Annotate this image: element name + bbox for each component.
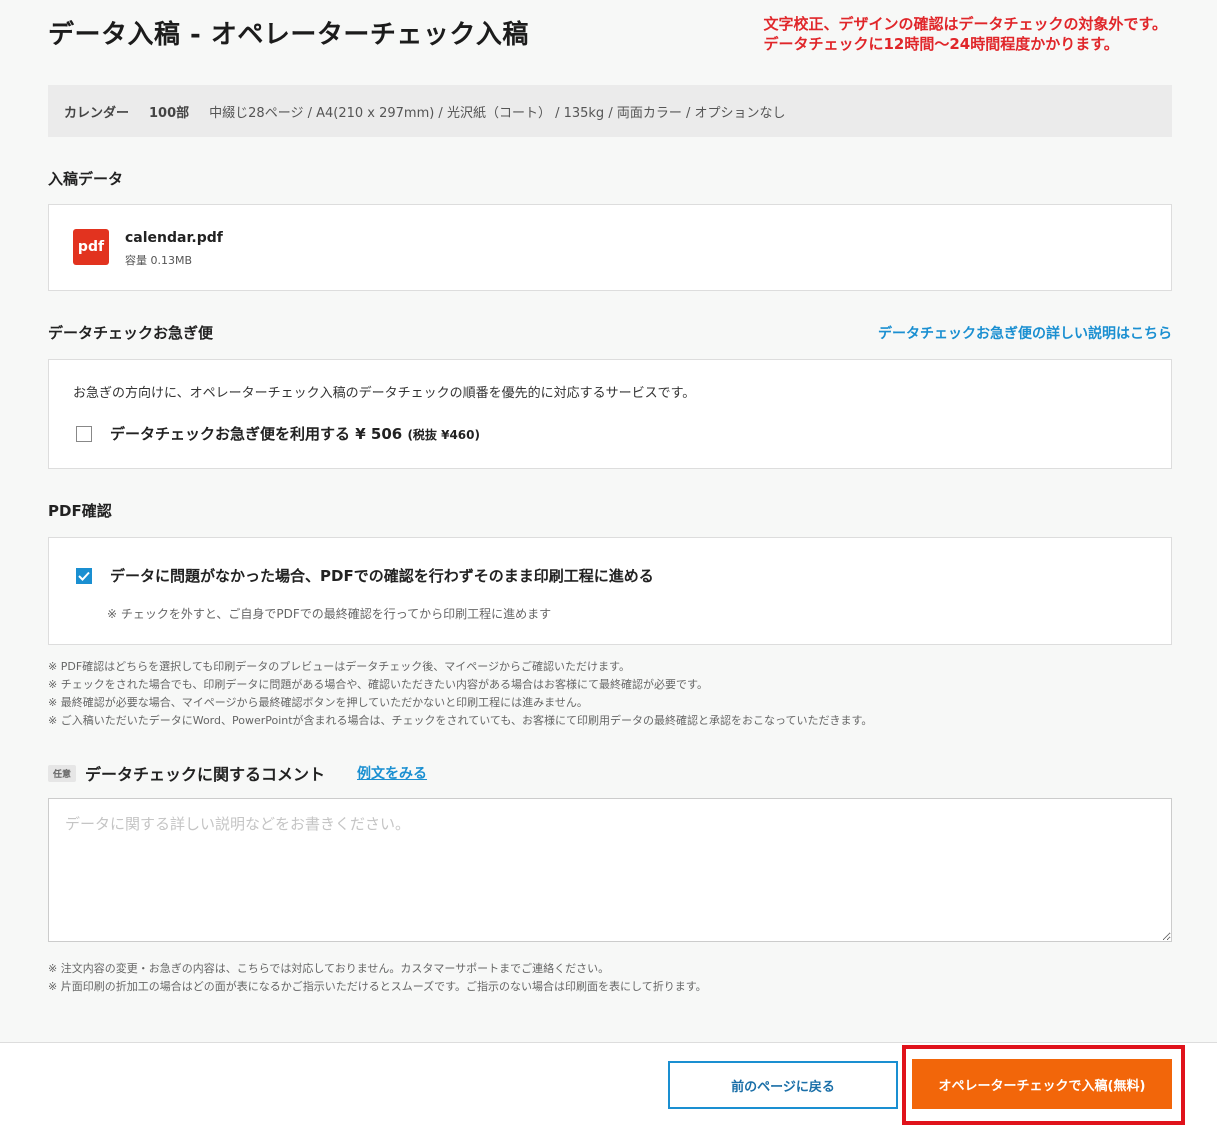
pdf-confirm-option-label: データに問題がなかった場合、PDFでの確認を行わずそのまま印刷工程に進める xyxy=(110,567,654,585)
note-line: ※ ご入稿いただいたデータにWord、PowerPointが含まれる場合は、チェ… xyxy=(48,714,873,727)
note-line: ※ 片面印刷の折加工の場合はどの面が表になるかご指示いただけるとスムーズです。ご… xyxy=(48,980,707,993)
order-spec-bar: カレンダー 100部 中綴じ28ページ / A4(210 x 297mm) / … xyxy=(48,85,1172,137)
pdf-confirm-box: データに問題がなかった場合、PDFでの確認を行わずそのまま印刷工程に進める ※ … xyxy=(48,537,1172,645)
pdf-confirm-notes: ※ PDF確認はどちらを選択しても印刷データのプレビューはデータチェック後、マイ… xyxy=(48,658,872,730)
upload-section-title: 入稿データ xyxy=(48,170,124,188)
express-section-title: データチェックお急ぎ便 xyxy=(48,324,214,342)
note-line: ※ 注文内容の変更・お急ぎの内容は、こちらでは対応しておりません。カスタマーサポ… xyxy=(48,962,610,975)
note-line: ※ チェックをされた場合でも、印刷データに問題がある場合や、確認いただきたい内容… xyxy=(48,678,708,691)
notice-text: 文字校正、デザインの確認はデータチェックの対象外です。 データチェックに12時間… xyxy=(763,14,1167,54)
pdf-confirm-sub-note: ※ チェックを外すと、ご自身でPDFでの最終確認を行ってから印刷工程に進めます xyxy=(107,607,552,621)
pdf-file-icon: pdf xyxy=(73,229,109,265)
express-option-box: お急ぎの方向けに、オペレーターチェック入稿のデータチェックの順番を優先的に対応す… xyxy=(48,359,1172,469)
spec-details: 中綴じ28ページ / A4(210 x 297mm) / 光沢紙（コート） / … xyxy=(209,105,786,121)
express-checkbox[interactable] xyxy=(76,425,92,442)
submit-button[interactable]: オペレーターチェックで入稿(無料) xyxy=(912,1059,1172,1109)
express-option-label: データチェックお急ぎ便を利用する ¥ 506 (税抜 ¥460) xyxy=(110,423,480,444)
file-name: calendar.pdf xyxy=(125,230,223,246)
note-line: ※ PDF確認はどちらを選択しても印刷データのプレビューはデータチェック後、マイ… xyxy=(48,660,630,673)
quantity: 100部 xyxy=(149,105,190,121)
comment-textarea[interactable] xyxy=(48,798,1172,942)
footer-notes: ※ 注文内容の変更・お急ぎの内容は、こちらでは対応しておりません。カスタマーサポ… xyxy=(48,960,707,996)
back-button[interactable]: 前のページに戻る xyxy=(668,1061,898,1109)
uploaded-file-box: pdf calendar.pdf 容量 0.13MB xyxy=(48,204,1172,291)
express-tax-label: (税抜 ¥460) xyxy=(407,428,480,442)
comment-header: 任意 データチェックに関するコメント 例文をみる xyxy=(48,761,427,785)
notice-line: データチェックに12時間〜24時間程度かかります。 xyxy=(763,35,1119,53)
product-name: カレンダー xyxy=(64,105,130,121)
optional-tag: 任意 xyxy=(48,764,77,782)
note-line: ※ 最終確認が必要な場合、マイページから最終確認ボタンを押していただかないと印刷… xyxy=(48,696,588,709)
example-link[interactable]: 例文をみる xyxy=(357,763,427,783)
pdf-confirm-section-title: PDF確認 xyxy=(48,502,112,520)
pdf-confirm-checkbox[interactable] xyxy=(76,567,92,584)
express-detail-link[interactable]: データチェックお急ぎ便の詳しい説明はこちら xyxy=(878,323,1172,343)
page-title: データ入稿 - オペレーターチェック入稿 xyxy=(48,20,529,50)
comment-title: データチェックに関するコメント xyxy=(85,765,326,784)
action-footer: 前のページに戻る オペレーターチェックで入稿(無料) xyxy=(0,1042,1217,1125)
express-description: お急ぎの方向けに、オペレーターチェック入稿のデータチェックの順番を優先的に対応す… xyxy=(73,386,696,401)
notice-line: 文字校正、デザインの確認はデータチェックの対象外です。 xyxy=(763,15,1167,33)
checkmark-icon xyxy=(78,571,90,581)
file-size: 容量 0.13MB xyxy=(125,254,193,267)
express-option-row[interactable]: データチェックお急ぎ便を利用する ¥ 506 (税抜 ¥460) xyxy=(76,423,480,444)
express-price-label: データチェックお急ぎ便を利用する ¥ 506 xyxy=(110,425,403,443)
pdf-confirm-option-row[interactable]: データに問題がなかった場合、PDFでの確認を行わずそのまま印刷工程に進める xyxy=(76,565,654,586)
